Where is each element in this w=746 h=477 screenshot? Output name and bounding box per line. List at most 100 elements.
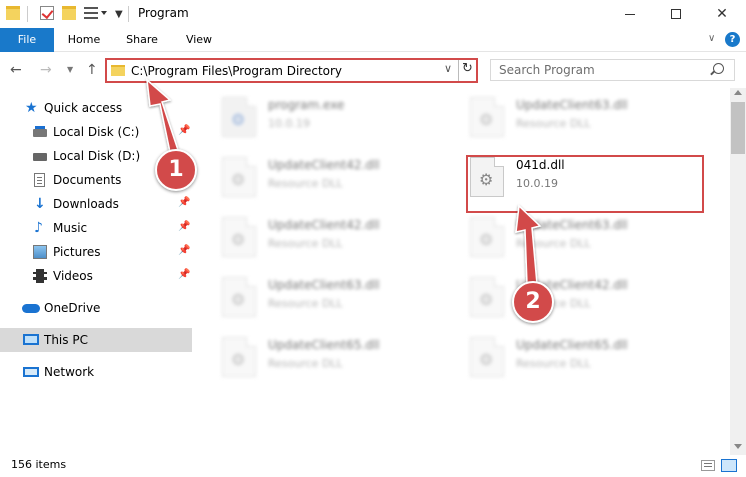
gear-icon: ⚙ bbox=[231, 230, 246, 249]
dll-file-icon: ⚙ bbox=[470, 217, 504, 257]
sidebar-item-label: Quick access bbox=[44, 101, 123, 115]
chevron-down-icon[interactable] bbox=[101, 11, 107, 15]
file-tile[interactable]: ⚙ UpdateClient65.dll Resource DLL bbox=[194, 330, 434, 384]
file-version: 10.0.19 bbox=[268, 117, 310, 130]
sidebar-item-onedrive[interactable]: OneDrive bbox=[0, 296, 192, 320]
search-box[interactable] bbox=[490, 59, 735, 81]
scroll-up-icon[interactable] bbox=[734, 90, 742, 95]
file-list: ⚙ program.exe 10.0.19 ⚙ UpdateClient63.d… bbox=[194, 88, 730, 438]
file-tile[interactable]: ⚙ UpdateClient63.dll Resource DLL bbox=[442, 210, 682, 264]
view-options-icon[interactable] bbox=[84, 6, 98, 20]
scroll-down-icon[interactable] bbox=[734, 444, 742, 449]
file-tile[interactable]: ⚙ UpdateClient63.dll Resource DLL bbox=[194, 270, 434, 324]
sidebar-item-network[interactable]: Network bbox=[0, 360, 192, 384]
gear-icon: ⚙ bbox=[479, 110, 494, 129]
close-button[interactable]: ✕ bbox=[699, 0, 745, 28]
file-name: UpdateClient63.dll bbox=[516, 98, 628, 112]
videos-icon bbox=[33, 269, 47, 283]
dll-file-icon: ⚙ bbox=[222, 337, 256, 377]
sidebar-item-label: Music bbox=[53, 221, 88, 235]
recent-locations-icon[interactable]: ▼ bbox=[67, 65, 73, 74]
pin-icon[interactable]: 📌 bbox=[178, 269, 190, 280]
file-tile[interactable]: ⚙ UpdateClient42.dll Resource DLL bbox=[194, 210, 434, 264]
gear-icon: ⚙ bbox=[479, 290, 494, 309]
pin-icon[interactable]: 📌 bbox=[178, 221, 190, 232]
divider bbox=[27, 6, 28, 22]
customize-toolbar-icon[interactable]: ▼ bbox=[115, 9, 123, 20]
new-folder-icon[interactable] bbox=[62, 6, 76, 20]
address-bar[interactable]: C:\Program Files\Program Directory ∨ ↻ bbox=[105, 58, 478, 83]
back-arrow-icon[interactable]: ← bbox=[10, 62, 22, 78]
sidebar-item-videos[interactable]: Videos 📌 bbox=[0, 264, 192, 288]
file-tile[interactable]: ⚙ UpdateClient65.dll Resource DLL bbox=[442, 330, 682, 384]
dll-file-icon: ⚙ bbox=[222, 277, 256, 317]
sidebar-item-music[interactable]: ♪ Music 📌 bbox=[0, 216, 192, 240]
file-tile[interactable]: ⚙ UpdateClient42.dll Resource DLL bbox=[442, 270, 682, 324]
folder-icon bbox=[6, 6, 20, 20]
vertical-scrollbar[interactable] bbox=[730, 88, 746, 458]
file-type: Resource DLL bbox=[516, 237, 591, 250]
scroll-thumb[interactable] bbox=[731, 102, 745, 154]
up-arrow-icon[interactable]: ↑ bbox=[86, 62, 98, 78]
sidebar-item-local-disk-c[interactable]: Local Disk (C:) 📌 bbox=[0, 120, 192, 144]
sidebar-item-this-pc[interactable]: This PC bbox=[0, 328, 192, 352]
tab-file[interactable]: File bbox=[0, 28, 54, 52]
tab-share[interactable]: Share bbox=[116, 28, 168, 52]
dll-file-icon: ⚙ bbox=[470, 97, 504, 137]
pin-icon[interactable]: 📌 bbox=[178, 197, 190, 208]
close-icon: ✕ bbox=[716, 6, 728, 22]
file-tile[interactable]: ⚙ UpdateClient63.dll Resource DLL bbox=[442, 90, 682, 144]
star-icon: ★ bbox=[25, 100, 38, 116]
expand-ribbon-icon[interactable]: ∨ bbox=[708, 33, 715, 44]
search-input[interactable] bbox=[491, 60, 711, 80]
gear-icon: ⚙ bbox=[231, 170, 246, 189]
file-name: UpdateClient65.dll bbox=[516, 338, 628, 352]
window-title: Program bbox=[138, 6, 189, 20]
dll-file-icon: ⚙ bbox=[470, 277, 504, 317]
sidebar-item-pictures[interactable]: Pictures 📌 bbox=[0, 240, 192, 264]
tab-home[interactable]: Home bbox=[58, 28, 110, 52]
sidebar-item-label: This PC bbox=[44, 333, 88, 347]
sidebar-item-label: Documents bbox=[53, 173, 122, 187]
step-1-badge: 1 bbox=[155, 149, 197, 191]
chevron-down-icon[interactable]: ∨ bbox=[444, 62, 452, 75]
step-2-badge: 2 bbox=[512, 281, 554, 323]
address-path[interactable]: C:\Program Files\Program Directory bbox=[131, 64, 342, 78]
properties-icon[interactable] bbox=[40, 6, 54, 20]
tab-view[interactable]: View bbox=[175, 28, 223, 52]
large-icons-view-icon[interactable] bbox=[721, 459, 737, 472]
minimize-button[interactable] bbox=[607, 0, 653, 28]
maximize-icon bbox=[671, 9, 681, 19]
file-tile[interactable]: ⚙ UpdateClient42.dll Resource DLL bbox=[194, 150, 434, 204]
pictures-icon bbox=[33, 245, 47, 259]
gear-icon: ⚙ bbox=[231, 110, 246, 129]
file-type: Resource DLL bbox=[268, 237, 343, 250]
maximize-button[interactable] bbox=[653, 0, 699, 28]
sidebar-item-label: Videos bbox=[53, 269, 93, 283]
search-icon[interactable] bbox=[713, 63, 724, 74]
sidebar-item-label: Local Disk (C:) bbox=[53, 125, 140, 139]
pin-icon[interactable]: 📌 bbox=[178, 245, 190, 256]
file-name: program.exe bbox=[268, 98, 345, 112]
dll-file-icon: ⚙ bbox=[470, 337, 504, 377]
executable-file-icon: ⚙ bbox=[222, 97, 256, 137]
drive-icon bbox=[33, 126, 47, 137]
refresh-icon[interactable]: ↻ bbox=[462, 61, 473, 76]
sidebar-item-label: Downloads bbox=[53, 197, 119, 211]
file-type: Resource DLL bbox=[268, 177, 343, 190]
file-type: Resource DLL bbox=[268, 357, 343, 370]
highlight-box bbox=[466, 155, 704, 213]
pin-icon[interactable]: 📌 bbox=[178, 125, 190, 136]
help-icon[interactable]: ? bbox=[725, 32, 740, 47]
forward-arrow-icon[interactable]: → bbox=[40, 62, 52, 78]
navigation-pane: ★ Quick access Local Disk (C:) 📌 Local D… bbox=[0, 88, 192, 438]
divider bbox=[458, 60, 459, 81]
sidebar-item-downloads[interactable]: ↓ Downloads 📌 bbox=[0, 192, 192, 216]
details-view-icon[interactable] bbox=[701, 460, 715, 471]
sidebar-item-quick-access[interactable]: ★ Quick access bbox=[0, 96, 192, 120]
file-name: UpdateClient42.dll bbox=[268, 158, 380, 172]
drive-icon bbox=[33, 153, 47, 161]
gear-icon: ⚙ bbox=[231, 290, 246, 309]
sidebar-item-label: Network bbox=[44, 365, 95, 379]
file-tile[interactable]: ⚙ program.exe 10.0.19 bbox=[194, 90, 434, 144]
